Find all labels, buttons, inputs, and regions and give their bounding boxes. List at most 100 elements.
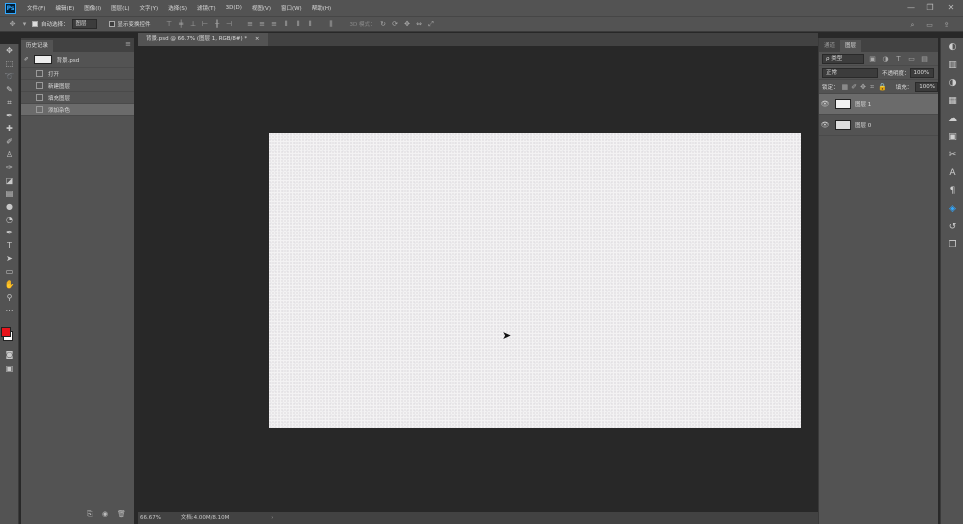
lock-position-icon[interactable]: ✥: [860, 82, 866, 92]
menu-view[interactable]: 视图(V): [247, 4, 276, 12]
adjustments-icon[interactable]: ◐: [941, 38, 963, 56]
new-document-from-state-icon[interactable]: ⎘: [87, 510, 93, 519]
3d-roll-icon[interactable]: ⟳: [391, 19, 400, 29]
eye-icon[interactable]: 👁: [819, 121, 831, 129]
history-item[interactable]: 填充图层: [21, 92, 134, 104]
3d-pan-icon[interactable]: ✥: [403, 19, 412, 29]
auto-select-checkbox[interactable]: [32, 21, 38, 27]
distribute-bottom-icon[interactable]: ≡: [270, 19, 279, 29]
blend-mode-dropdown[interactable]: 正常: [822, 67, 878, 78]
pen-icon[interactable]: ✒: [0, 226, 19, 239]
camera-icon[interactable]: ◉: [102, 510, 108, 518]
move-tool-preset-icon[interactable]: ✥: [8, 19, 17, 29]
lock-artboard-icon[interactable]: ⌗: [869, 82, 875, 92]
hand-icon[interactable]: ✋: [0, 278, 19, 291]
opacity-input[interactable]: 100%: [909, 67, 934, 78]
fill-input[interactable]: 100%: [915, 81, 939, 92]
dodge-icon[interactable]: ◔: [0, 213, 19, 226]
color-icon[interactable]: ◑: [941, 74, 963, 92]
filter-adjust-icon[interactable]: ◑: [881, 54, 890, 64]
image-canvas[interactable]: [269, 133, 801, 428]
align-hcenter-icon[interactable]: ╫: [213, 19, 222, 29]
layer-name[interactable]: 图层 1: [855, 100, 871, 108]
filter-pixel-icon[interactable]: ▣: [868, 54, 877, 64]
auto-select-dropdown[interactable]: 图层: [71, 19, 97, 29]
crop-icon[interactable]: ⌗: [0, 96, 19, 109]
zoom-icon[interactable]: ⚲: [0, 291, 19, 304]
styles-icon[interactable]: ☁: [941, 110, 963, 128]
brush-source-icon[interactable]: ✐: [24, 57, 29, 63]
layer-row-selected[interactable]: 👁 图层 1: [819, 94, 938, 115]
menu-help[interactable]: 帮助(H): [307, 4, 336, 12]
shape-icon[interactable]: ▭: [0, 265, 19, 278]
properties-icon[interactable]: ▣: [941, 128, 963, 146]
path-select-icon[interactable]: ➤: [0, 252, 19, 265]
filter-shape-icon[interactable]: ▭: [907, 54, 916, 64]
lock-image-icon[interactable]: ✐: [851, 82, 857, 92]
lock-all-icon[interactable]: 🔒: [878, 82, 887, 92]
filter-smart-icon[interactable]: ▤: [920, 54, 929, 64]
panel-menu-icon[interactable]: ≡: [125, 40, 131, 48]
status-arrow-icon[interactable]: ›: [271, 515, 273, 521]
align-right-icon[interactable]: ⊣: [225, 19, 234, 29]
type-icon[interactable]: T: [0, 239, 19, 252]
history-icon[interactable]: ↺: [941, 218, 963, 236]
layer-filter-dropdown[interactable]: ρ 类型: [822, 53, 864, 64]
libraries-icon[interactable]: ▥: [941, 56, 963, 74]
3d-scale-icon[interactable]: ⤢: [427, 19, 436, 29]
tab-channels[interactable]: 通道: [819, 40, 841, 52]
foreground-color-swatch[interactable]: [1, 327, 11, 337]
layer-row[interactable]: 👁 图层 0: [819, 115, 938, 136]
eye-icon[interactable]: 👁: [819, 100, 831, 108]
distribute-right-icon[interactable]: ⦀: [306, 19, 315, 29]
show-transform-checkbox[interactable]: [108, 21, 115, 27]
clone-stamp-icon[interactable]: ♙: [0, 148, 19, 161]
align-top-icon[interactable]: ⊤: [165, 19, 174, 29]
marquee-icon[interactable]: ⬚: [0, 57, 19, 70]
quick-select-icon[interactable]: ✎: [0, 83, 19, 96]
trash-icon[interactable]: 🗑: [117, 510, 126, 518]
workspace-icon[interactable]: ▭: [925, 20, 934, 30]
auto-align-icon[interactable]: ⫼: [327, 19, 336, 29]
chevron-down-icon[interactable]: ▾: [20, 19, 29, 29]
eraser-icon[interactable]: ◪: [0, 174, 19, 187]
brush-icon[interactable]: ✐: [0, 135, 19, 148]
align-left-icon[interactable]: ⊢: [201, 19, 210, 29]
restore-button[interactable]: ❐: [923, 0, 937, 16]
minimize-button[interactable]: —: [904, 0, 918, 16]
distribute-vcenter-icon[interactable]: ≡: [258, 19, 267, 29]
history-snapshot[interactable]: ✐ 背景.psd: [21, 52, 134, 68]
tab-history[interactable]: 历史记录: [21, 40, 54, 52]
menu-filter[interactable]: 滤镜(T): [192, 4, 221, 12]
character-icon[interactable]: A: [941, 164, 963, 182]
more-tools-icon[interactable]: ⋯: [0, 304, 19, 317]
align-vcenter-icon[interactable]: ╪: [177, 19, 186, 29]
menu-type[interactable]: 文字(Y): [135, 4, 164, 12]
3d-slide-icon[interactable]: ⇔: [415, 19, 424, 29]
menu-3d[interactable]: 3D(D): [221, 5, 247, 11]
blur-icon[interactable]: ●: [0, 200, 19, 213]
menu-layer[interactable]: 图层(L): [106, 4, 134, 12]
eyedropper-icon[interactable]: ✒: [0, 109, 19, 122]
screen-mode-icon[interactable]: ▣: [0, 362, 19, 375]
document-tab[interactable]: 背景.psd @ 66.7% (图层 1, RGB/8#) * ×: [138, 33, 268, 46]
close-button[interactable]: ✕: [944, 0, 958, 16]
align-bottom-icon[interactable]: ⊥: [189, 19, 198, 29]
menu-select[interactable]: 选择(S): [163, 4, 192, 12]
distribute-left-icon[interactable]: ⦀: [282, 19, 291, 29]
healing-brush-icon[interactable]: ✚: [0, 122, 19, 135]
history-item-selected[interactable]: 添加杂色: [21, 104, 134, 116]
zoom-level[interactable]: 66.67%: [140, 515, 161, 521]
3d-rotate-icon[interactable]: ↻: [379, 19, 388, 29]
menu-window[interactable]: 窗口(W): [276, 4, 307, 12]
tab-layers[interactable]: 图层: [840, 40, 862, 52]
filter-type-icon[interactable]: T: [894, 54, 903, 64]
doc-info[interactable]: 文档:4.00M/8.10M: [181, 515, 230, 521]
brush-settings-icon[interactable]: ✂: [941, 146, 963, 164]
history-item[interactable]: 新建图层: [21, 80, 134, 92]
search-icon[interactable]: ⌕: [908, 20, 917, 30]
swatches-icon[interactable]: ▦: [941, 92, 963, 110]
history-item[interactable]: 打开: [21, 68, 134, 80]
distribute-hcenter-icon[interactable]: ⦀: [294, 19, 303, 29]
menu-edit[interactable]: 编辑(E): [50, 4, 79, 12]
